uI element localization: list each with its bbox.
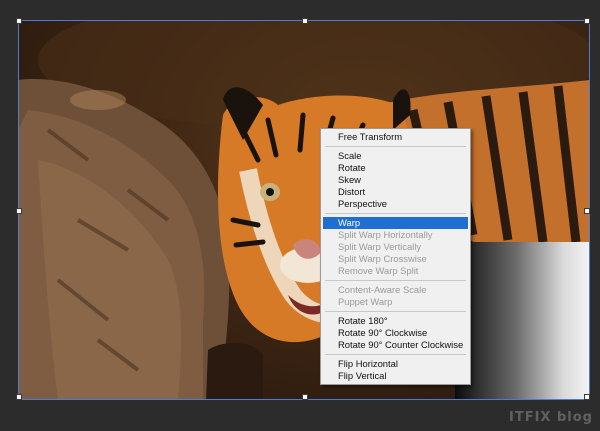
menu-item-perspective[interactable]: Perspective	[323, 198, 468, 210]
menu-item-free-transform[interactable]: Free Transform	[323, 131, 468, 143]
menu-separator	[325, 146, 466, 147]
menu-item-split-warp-horizontally: Split Warp Horizontally	[338, 229, 433, 240]
menu-item-split-warp-vertically: Split Warp Vertically	[338, 241, 422, 252]
menu-item-rotate[interactable]: Rotate	[323, 162, 468, 174]
transparent-area	[455, 242, 590, 400]
menu-separator	[325, 213, 466, 214]
handle-bottom-center[interactable]	[302, 394, 308, 400]
menu-item-rotate-180[interactable]: Rotate 180°	[323, 315, 468, 327]
menu-separator	[325, 280, 466, 281]
handle-middle-right[interactable]	[584, 208, 590, 214]
document-canvas[interactable]: Free Transform Scale Rotate Skew Distort Pers…	[0, 0, 600, 431]
watermark-text: ITFIX blog	[509, 410, 593, 425]
menu-item-flip-vertical[interactable]: Flip Vertical	[323, 370, 468, 382]
handle-middle-left[interactable]	[16, 208, 22, 214]
menu-item-scale[interactable]: Scale	[323, 150, 468, 162]
handle-top-right[interactable]	[584, 18, 590, 24]
menu-item-rotate-90-clockwise[interactable]: Rotate 90° Clockwise	[323, 327, 468, 339]
handle-bottom-right[interactable]	[584, 394, 590, 400]
handle-bottom-left[interactable]	[16, 394, 22, 400]
transform-context-menu: Free Transform Scale Rotate Skew Distort Pers…	[320, 128, 471, 385]
menu-item-content-aware-scale: Content-Aware Scale	[338, 284, 427, 295]
menu-item-flip-horizontal[interactable]: Flip Horizontal	[323, 358, 468, 370]
menu-item-split-warp-crosswise: Split Warp Crosswise	[338, 253, 427, 264]
menu-separator	[325, 354, 466, 355]
menu-item-remove-warp-split: Remove Warp Split	[338, 265, 419, 276]
menu-item-warp[interactable]: Warp	[323, 217, 468, 229]
menu-item-puppet-warp: Puppet Warp	[338, 296, 393, 307]
menu-item-skew[interactable]: Skew	[323, 174, 468, 186]
handle-top-center[interactable]	[302, 18, 308, 24]
menu-separator	[325, 311, 466, 312]
handle-top-left[interactable]	[16, 18, 22, 24]
menu-item-rotate-90-counter-clockwise[interactable]: Rotate 90° Counter Clockwise	[323, 339, 468, 351]
menu-item-distort[interactable]: Distort	[323, 186, 468, 198]
